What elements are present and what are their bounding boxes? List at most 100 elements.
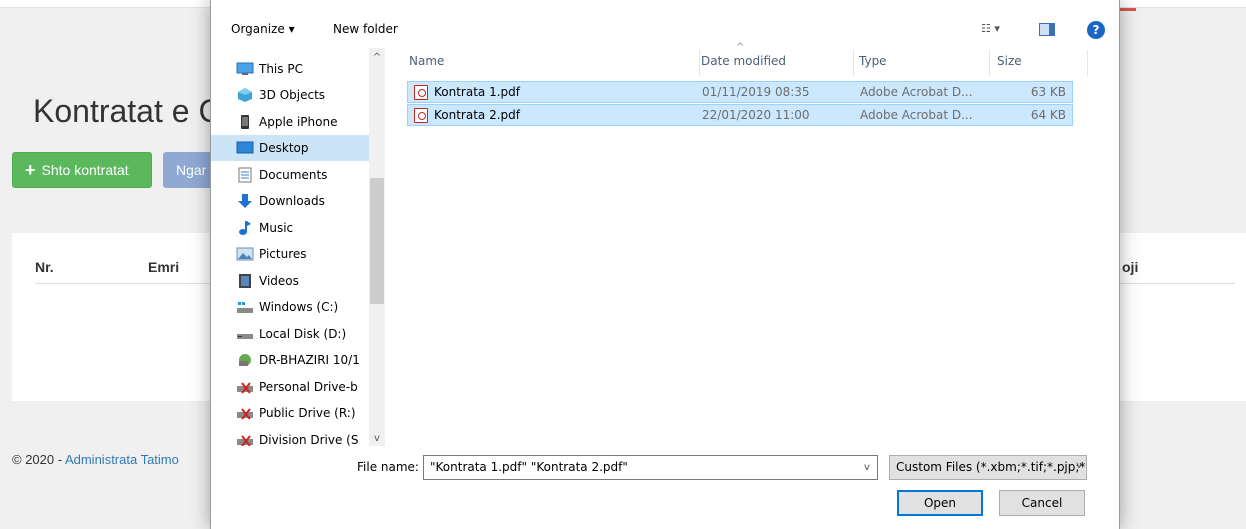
- column-divider[interactable]: [989, 50, 990, 76]
- upload-button-label: Ngar: [176, 162, 207, 178]
- page-title: Kontratat e C: [33, 93, 222, 129]
- file-date: 01/11/2019 08:35: [702, 85, 810, 99]
- file-open-dialog: Organize ▾ New folder ☷ ▾ ? This PC 3D O…: [210, 0, 1120, 529]
- network-drive-icon: [236, 432, 254, 446]
- file-name-value: "Kontrata 1.pdf" "Kontrata 2.pdf": [430, 460, 628, 474]
- pdf-icon: [414, 85, 428, 100]
- file-type: Adobe Acrobat D...: [860, 108, 973, 122]
- nav-item-personal-drive[interactable]: Personal Drive-b: [211, 374, 369, 400]
- file-row[interactable]: Kontrata 1.pdf 01/11/2019 08:35 Adobe Ac…: [407, 81, 1073, 103]
- file-name: Kontrata 2.pdf: [434, 108, 520, 122]
- page-accent-mark: [1120, 8, 1136, 11]
- preview-pane-icon[interactable]: [1039, 23, 1055, 36]
- column-header-date-modified[interactable]: Date modified: [701, 54, 786, 68]
- network-drive-icon: [236, 379, 254, 395]
- nav-item-label: Division Drive (S: [259, 433, 359, 446]
- table-header-right: oji: [1122, 259, 1139, 275]
- file-date: 22/01/2020 11:00: [702, 108, 810, 122]
- add-contract-button[interactable]: + Shto kontratat: [12, 152, 152, 188]
- chevron-down-icon[interactable]: v: [857, 456, 877, 479]
- scrollbar-thumb[interactable]: [370, 178, 384, 304]
- column-divider[interactable]: [853, 50, 854, 76]
- monitor-icon: [236, 61, 254, 77]
- nav-item-label: Desktop: [259, 141, 309, 155]
- footer-link[interactable]: Administrata Tatimo: [65, 452, 179, 467]
- nav-item-local-disk-d[interactable]: Local Disk (D:): [211, 321, 369, 347]
- cancel-button[interactable]: Cancel: [999, 490, 1085, 516]
- phone-icon: [236, 114, 254, 130]
- nav-item-3d-objects[interactable]: 3D Objects: [211, 82, 369, 108]
- chevron-down-icon: v: [1076, 460, 1082, 471]
- nav-item-videos[interactable]: Videos: [211, 268, 369, 294]
- column-header-name[interactable]: Name: [409, 54, 444, 68]
- nav-item-label: Documents: [259, 168, 328, 182]
- column-header-type[interactable]: Type: [859, 54, 887, 68]
- nav-item-dr-bhaziri[interactable]: DR-BHAZIRI 10/1: [211, 347, 369, 373]
- picture-icon: [236, 246, 254, 262]
- help-icon[interactable]: ?: [1087, 21, 1105, 39]
- open-button[interactable]: Open: [897, 490, 983, 516]
- sort-ascending-icon: ^: [736, 42, 745, 53]
- nav-item-apple-iphone[interactable]: Apple iPhone: [211, 109, 369, 135]
- nav-item-label: This PC: [259, 62, 303, 76]
- plus-icon: +: [25, 160, 36, 180]
- footer-copyright: © 2020 -: [12, 452, 65, 467]
- nav-item-label: Downloads: [259, 194, 325, 208]
- nav-item-label: Pictures: [259, 247, 307, 261]
- nav-item-this-pc[interactable]: This PC: [211, 56, 369, 82]
- file-type-selected: Custom Files (*.xbm;*.tif;*.pjp;*: [896, 460, 1086, 474]
- nav-item-downloads[interactable]: Downloads: [211, 188, 369, 214]
- new-folder-button[interactable]: New folder: [333, 22, 398, 36]
- drive-icon: [236, 326, 254, 342]
- download-icon: [236, 193, 254, 209]
- drive-icon: [236, 299, 254, 315]
- file-list-header: ^ Name Date modified Type Size: [401, 42, 1119, 76]
- table-header-nr: Nr.: [35, 259, 54, 275]
- nav-item-desktop[interactable]: Desktop: [211, 135, 369, 161]
- file-size: 64 KB: [1030, 108, 1066, 122]
- column-divider[interactable]: [1087, 50, 1088, 76]
- file-name: Kontrata 1.pdf: [434, 85, 520, 99]
- document-icon: [236, 167, 254, 183]
- file-name-label: File name:: [357, 460, 419, 474]
- desktop-icon: [236, 140, 254, 156]
- video-icon: [236, 273, 254, 289]
- navigation-scrollbar[interactable]: ^ v: [369, 48, 385, 446]
- column-header-size[interactable]: Size: [997, 54, 1022, 68]
- nav-item-pictures[interactable]: Pictures: [211, 241, 369, 267]
- network-icon: [236, 352, 254, 368]
- file-type: Adobe Acrobat D...: [860, 85, 973, 99]
- nav-item-label: 3D Objects: [259, 88, 326, 102]
- table-header-emri: Emri: [148, 259, 180, 275]
- file-row[interactable]: Kontrata 2.pdf 22/01/2020 11:00 Adobe Ac…: [407, 104, 1073, 126]
- nav-item-label: Videos: [259, 274, 299, 288]
- nav-item-label: Windows (C:): [259, 300, 339, 314]
- file-size: 63 KB: [1030, 85, 1066, 99]
- nav-item-label: Music: [259, 221, 294, 235]
- pdf-icon: [414, 108, 428, 123]
- nav-item-windows-c[interactable]: Windows (C:): [211, 294, 369, 320]
- nav-item-division-drive[interactable]: Division Drive (S: [211, 427, 369, 446]
- chevron-up-icon[interactable]: ^: [369, 52, 385, 63]
- nav-item-label: DR-BHAZIRI 10/1: [259, 353, 360, 367]
- nav-item-documents[interactable]: Documents: [211, 162, 369, 188]
- network-drive-icon: [236, 405, 254, 421]
- music-icon: [236, 220, 254, 236]
- navigation-pane: This PC 3D Objects Apple iPhone Desktop …: [211, 48, 385, 446]
- nav-item-music[interactable]: Music: [211, 215, 369, 241]
- nav-item-label: Local Disk (D:): [259, 327, 347, 341]
- column-divider[interactable]: [699, 50, 700, 76]
- file-type-select[interactable]: Custom Files (*.xbm;*.tif;*.pjp;* v: [889, 455, 1087, 480]
- nav-item-label: Public Drive (R:): [259, 406, 356, 420]
- view-options-icon[interactable]: ☷ ▾: [981, 22, 1000, 35]
- page-footer: © 2020 - Administrata Tatimo: [12, 452, 179, 467]
- cube-icon: [236, 87, 254, 103]
- nav-item-public-drive[interactable]: Public Drive (R:): [211, 400, 369, 426]
- chevron-down-icon[interactable]: v: [369, 433, 385, 444]
- add-contract-label: Shto kontratat: [41, 162, 129, 178]
- organize-menu[interactable]: Organize ▾: [231, 22, 295, 36]
- dialog-toolbar: Organize ▾ New folder ☷ ▾ ?: [211, 14, 1119, 46]
- nav-item-label: Personal Drive-b: [259, 380, 358, 394]
- nav-item-label: Apple iPhone: [259, 115, 338, 129]
- file-name-input[interactable]: "Kontrata 1.pdf" "Kontrata 2.pdf" v: [423, 455, 878, 480]
